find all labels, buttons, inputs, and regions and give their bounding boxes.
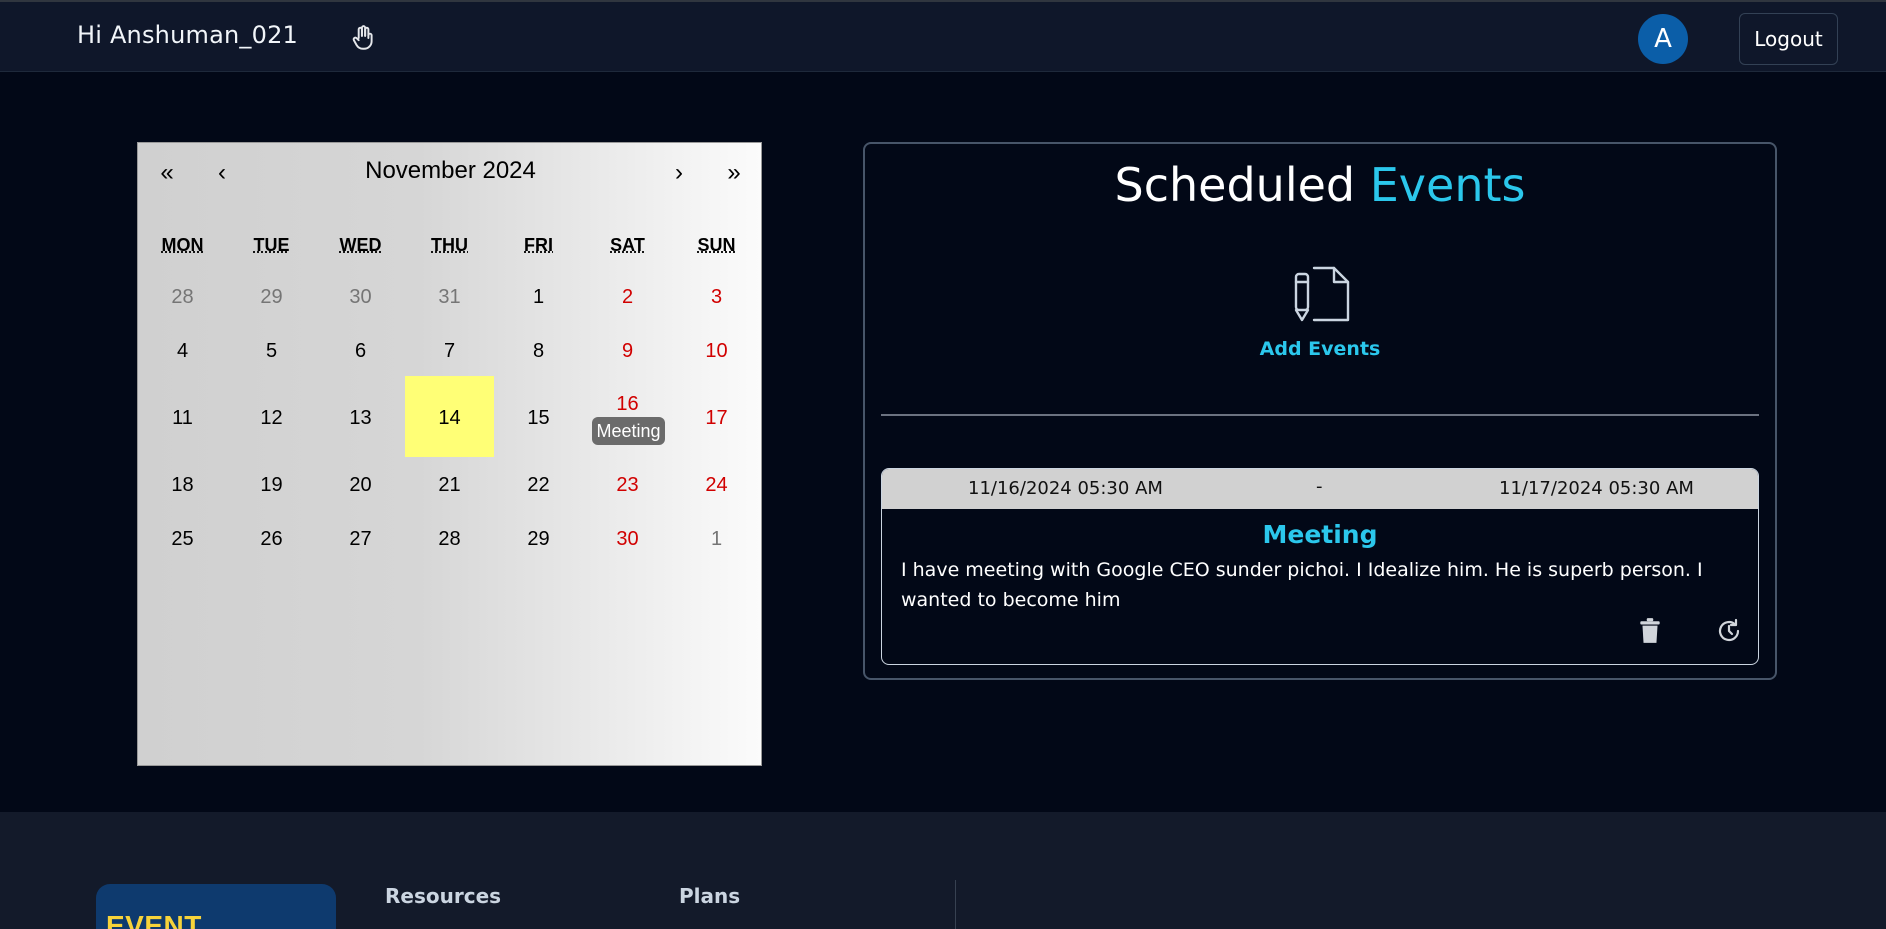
calendar-day[interactable]: 21 [405, 474, 494, 497]
event-card-header: 11/16/2024 05:30 AM - 11/17/2024 05:30 A… [882, 469, 1758, 509]
calendar-day[interactable]: 30 [583, 528, 672, 551]
logo-text: EVENT MANAGER [106, 910, 202, 929]
weekday-sat: SAT [610, 235, 645, 255]
event-description: I have meeting with Google CEO sunder pi… [901, 559, 1703, 611]
footer-resources-heading: Resources [385, 884, 502, 908]
calendar-day-today[interactable]: 14 [405, 407, 494, 430]
calendar-day[interactable]: 26 [227, 528, 316, 551]
calendar-day[interactable]: 18 [138, 474, 227, 497]
calendar-day[interactable]: 30 [316, 286, 405, 309]
event-time-separator: - [1316, 476, 1323, 497]
add-event-icon[interactable] [1292, 260, 1352, 324]
calendar-day[interactable]: 28 [405, 528, 494, 551]
event-title: Meeting [1262, 520, 1378, 549]
scheduled-events-panel: Scheduled Events Add Events 11/16/2024 0… [863, 142, 1777, 680]
calendar-day[interactable]: 10 [672, 340, 761, 363]
calendar-day[interactable]: 7 [405, 340, 494, 363]
footer-plans-heading: Plans [679, 884, 741, 908]
panel-title-main: Scheduled [1114, 158, 1356, 212]
add-events-link[interactable]: Add Events [865, 338, 1775, 360]
panel-title-accent: Events [1369, 158, 1526, 212]
calendar-event-tag[interactable]: Meeting [592, 417, 665, 445]
panel-divider [881, 414, 1759, 416]
calendar-day[interactable]: 2 [583, 286, 672, 309]
weekday-mon: MON [161, 235, 204, 255]
event-start-time: 11/16/2024 05:30 AM [968, 478, 1163, 499]
calendar-day[interactable]: 25 [138, 528, 227, 551]
calendar-day[interactable]: 29 [494, 528, 583, 551]
calendar-day[interactable]: 28 [138, 286, 227, 309]
weekday-fri: FRI [524, 235, 553, 255]
next-year-button[interactable]: » [719, 159, 749, 187]
calendar-day[interactable]: 20 [316, 474, 405, 497]
calendar-day[interactable]: 27 [316, 528, 405, 551]
calendar-day[interactable]: 29 [227, 286, 316, 309]
top-navbar: Hi Anshuman_021 A Logout [0, 0, 1886, 72]
calendar-day[interactable]: 24 [672, 474, 761, 497]
hand-wave-icon [352, 25, 373, 50]
prev-year-button[interactable]: « [152, 159, 182, 187]
weekday-thu: THU [431, 235, 468, 255]
next-month-button[interactable]: › [664, 159, 694, 187]
calendar-day[interactable]: 31 [405, 286, 494, 309]
calendar-day[interactable]: 8 [494, 340, 583, 363]
event-end-time: 11/17/2024 05:30 AM [1499, 478, 1694, 499]
calendar-day[interactable]: 17 [672, 407, 761, 430]
calendar-day[interactable]: 12 [227, 407, 316, 430]
greeting-text: Hi Anshuman_021 [77, 21, 299, 49]
calendar: « ‹ November 2024 › » MON TUE WED THU FR… [137, 142, 762, 766]
calendar-day[interactable]: 4 [138, 340, 227, 363]
event-card: 11/16/2024 05:30 AM - 11/17/2024 05:30 A… [881, 468, 1759, 665]
calendar-day[interactable]: 19 [227, 474, 316, 497]
weekday-sun: SUN [697, 235, 736, 255]
weekday-wed: WED [339, 235, 382, 255]
calendar-day[interactable]: 11 [138, 407, 227, 430]
calendar-month-label[interactable]: November 2024 [338, 157, 563, 185]
calendar-day[interactable]: 6 [316, 340, 405, 363]
reschedule-icon[interactable] [1716, 617, 1742, 645]
delete-icon[interactable] [1637, 617, 1663, 645]
calendar-day[interactable]: 13 [316, 407, 405, 430]
calendar-day[interactable]: 15 [494, 407, 583, 430]
calendar-day[interactable]: 23 [583, 474, 672, 497]
calendar-day[interactable]: 1 [672, 528, 761, 551]
calendar-day[interactable]: 3 [672, 286, 761, 309]
calendar-day[interactable]: 9 [583, 340, 672, 363]
user-avatar[interactable]: A [1638, 14, 1688, 64]
calendar-day[interactable]: 1 [494, 286, 583, 309]
weekday-tue: TUE [253, 235, 290, 255]
event-manager-logo[interactable]: EVENT MANAGER [96, 884, 336, 929]
calendar-day[interactable]: 5 [227, 340, 316, 363]
calendar-day[interactable]: 22 [494, 474, 583, 497]
logout-button[interactable]: Logout [1739, 13, 1838, 65]
footer-divider [955, 880, 956, 929]
calendar-day[interactable]: 16 [583, 393, 672, 416]
panel-title: Scheduled Events [865, 158, 1775, 212]
prev-month-button[interactable]: ‹ [207, 159, 237, 187]
